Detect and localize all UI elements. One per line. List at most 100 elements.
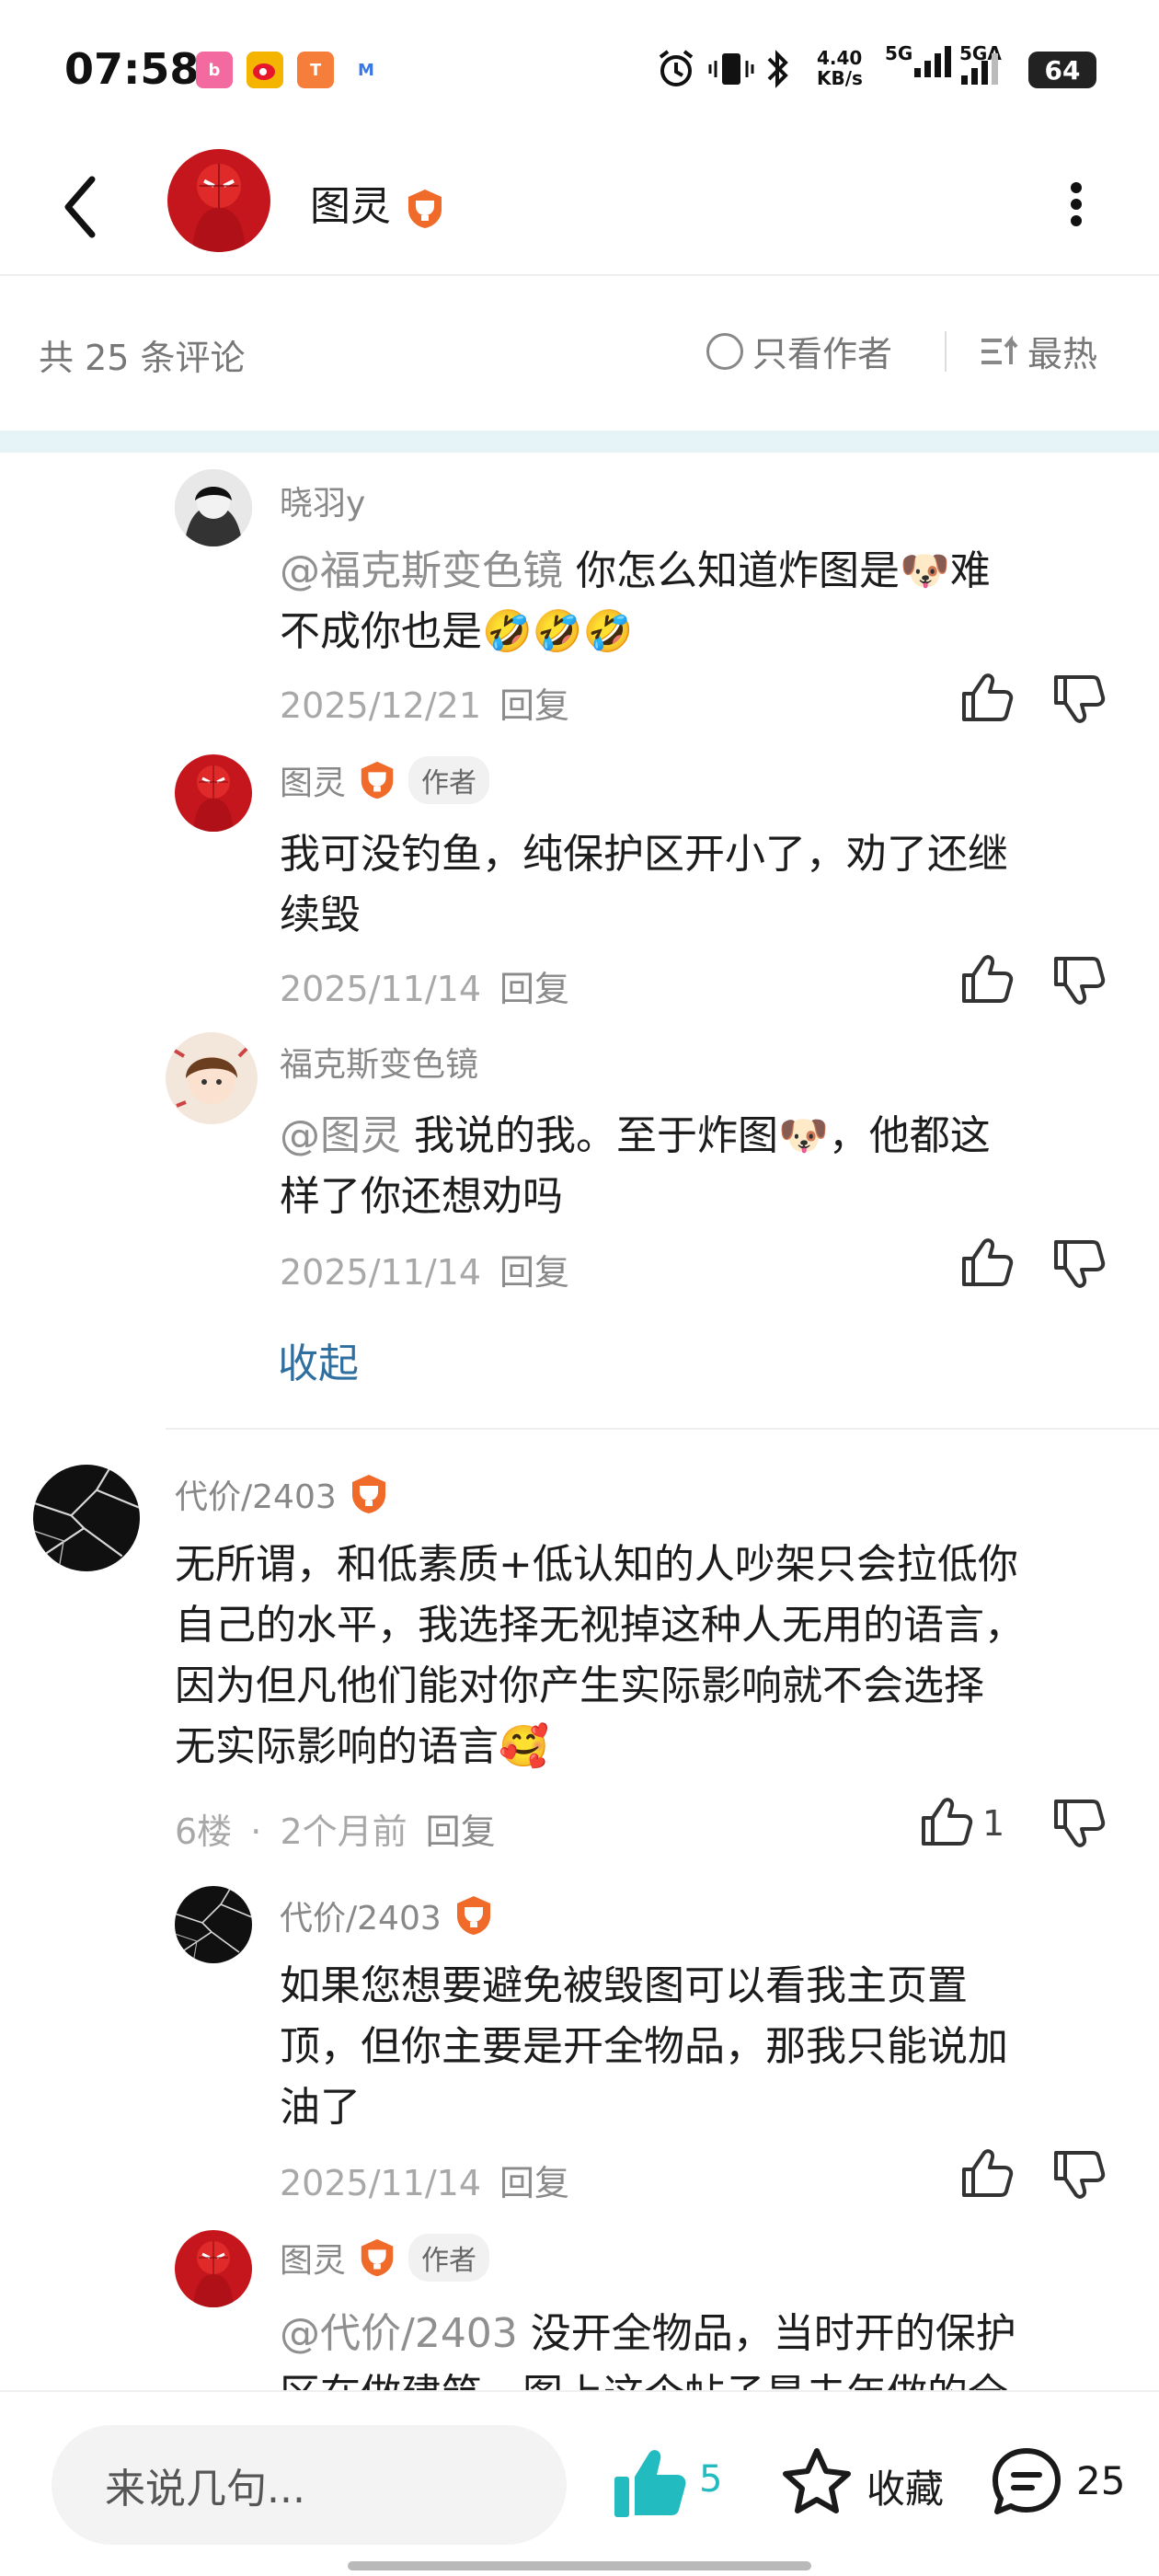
avatar[interactable] [166,1032,258,1124]
reply-date: 2025/11/14 [280,969,482,1009]
mention-link[interactable]: @代价/2403 [280,2310,518,2357]
net-speed-value: 4.40 [817,47,863,69]
thumbs-down-icon[interactable] [1052,1798,1107,1849]
thumbs-up-icon[interactable] [920,1796,975,1847]
author-name: 图灵 [310,183,391,230]
username[interactable]: 福克斯变色镜 [280,1038,478,1086]
avatar[interactable] [33,1465,140,1571]
reply-meta: 2025/11/14 回复 [280,960,569,1011]
author-badge: 作者 [408,756,490,804]
bluetooth-icon [763,46,791,92]
comment-total: 25 [1076,2458,1126,2503]
thumbs-up-icon[interactable] [960,2147,1016,2199]
reply-meta: 2025/11/14 回复 [280,1244,569,1294]
medal-icon [404,188,446,230]
username-row: 代价/2403 [175,1470,390,1518]
radio-circle-icon [706,332,743,370]
reply-date: 2025/12/21 [280,685,482,726]
floor-number: 6楼 [175,1811,233,1852]
star-icon[interactable] [778,2444,855,2521]
reply-button[interactable]: 回复 [499,685,569,726]
medal-icon [357,2237,397,2278]
reply-button[interactable]: 回复 [499,2163,569,2203]
post-like-count: 5 [699,2458,723,2501]
comment-count: 共 25 条评论 [39,338,246,378]
avatar[interactable] [175,754,252,832]
battery-indicator: 64 [1028,52,1096,88]
divider [166,1428,1159,1430]
thumbs-down-icon[interactable] [1052,2149,1107,2201]
section-band [0,431,1159,453]
signal1-label: 5G [885,42,913,64]
username-row: 图灵 作者 [280,2234,490,2282]
mail-icon: M [348,52,384,88]
signal-bars-icon [914,46,952,77]
reply-text: 我可没钓鱼，纯保护区开小了，劝了还继 续毁 [280,831,1008,938]
comment-bubble-icon[interactable] [988,2444,1065,2521]
username[interactable]: 图灵 [280,756,346,804]
reply-date: 2025/11/14 [280,1252,482,1293]
author-badge: 作者 [408,2234,490,2282]
thumbs-up-icon[interactable] [960,953,1016,1005]
comment-input[interactable]: 来说几句... [52,2425,567,2545]
sort-icon [981,335,1018,364]
thumbs-down-icon[interactable] [1052,955,1107,1006]
thumbs-down-icon[interactable] [1052,1238,1107,1290]
avatar[interactable] [175,1886,252,1963]
medal-icon [357,760,397,800]
comment-time: 2个月前 [280,1811,407,1852]
sort-button[interactable]: 最热 [980,326,1097,376]
reply-button[interactable]: 回复 [499,969,569,1009]
reply-text: @福克斯变色镜 你怎么知道炸图是🐶难 不成你也是🤣🤣🤣 [280,547,991,655]
reply-text: 如果您想要避免被毁图可以看我主页置 顶，但你主要是开全物品，那我只能说加 油了 [280,1962,1008,2131]
reply-meta: 2025/11/14 回复 [280,2155,569,2205]
favorite-label[interactable]: 收藏 [866,2458,944,2514]
username[interactable]: 晓羽y [280,477,365,524]
username[interactable]: 代价/2403 [175,1470,337,1518]
home-indicator[interactable] [348,2561,811,2570]
thumbs-up-filled-icon[interactable] [611,2444,690,2523]
more-options-icon[interactable] [1062,177,1090,232]
reply-meta: 2025/12/21 回复 [280,677,569,728]
thumbs-down-icon[interactable] [1052,673,1107,725]
avatar[interactable] [167,149,270,252]
bottom-action-bar: 来说几句... 5 收藏 25 [0,2390,1159,2576]
mention-link[interactable]: @福克斯变色镜 [280,547,563,594]
divider [945,331,947,372]
username[interactable]: 图灵 [280,2234,346,2282]
alarm-icon [655,46,697,92]
meta-separator: · [250,1811,262,1852]
post-author[interactable]: 图灵 [310,173,446,232]
medal-icon [348,1473,390,1515]
signal-5ga: 5GA [959,42,1002,88]
avatar[interactable] [175,2230,252,2307]
reply-button[interactable]: 回复 [499,1252,569,1293]
comment-text: 无所谓，和低素质+低认知的人吵架只会拉低你 自己的水平，我选择无视掉这种人无用的… [175,1541,1025,1770]
username-row: 代价/2403 [280,1892,495,1939]
signal-bars-icon [960,53,998,85]
reply-button[interactable]: 回复 [426,1811,496,1852]
orange-app-icon: T [297,52,334,88]
collapse-replies-button[interactable]: 收起 [278,1330,359,1389]
reply-date: 2025/11/14 [280,2163,482,2203]
only-author-toggle[interactable]: 只看作者 [706,326,892,376]
vibrate-icon [708,46,754,92]
sort-label: 最热 [1027,334,1098,374]
clock: 07:58 [64,44,200,94]
signal-5g: 5G [885,42,953,88]
like-count: 1 [982,1803,1005,1844]
username-row: 图灵 作者 [280,756,490,804]
status-bar: 07:58 b T M 4.40 KB/s 5G 5GA 64 [0,0,1159,138]
reply-text: @图灵 我说的我。至于炸图🐶，他都这 样了你还想劝吗 [280,1112,991,1220]
comment-meta: 6楼 · 2个月前 回复 [175,1803,496,1854]
only-author-label: 只看作者 [752,334,893,374]
avatar[interactable] [175,469,252,546]
mention-link[interactable]: @图灵 [280,1112,401,1159]
filter-bar: 共 25 条评论 只看作者 最热 [0,278,1159,431]
weibo-icon [247,52,283,88]
medal-icon [453,1894,495,1937]
thumbs-up-icon[interactable] [960,672,1016,723]
back-arrow-icon[interactable] [55,170,110,244]
thumbs-up-icon[interactable] [960,1236,1016,1288]
username[interactable]: 代价/2403 [280,1892,442,1939]
